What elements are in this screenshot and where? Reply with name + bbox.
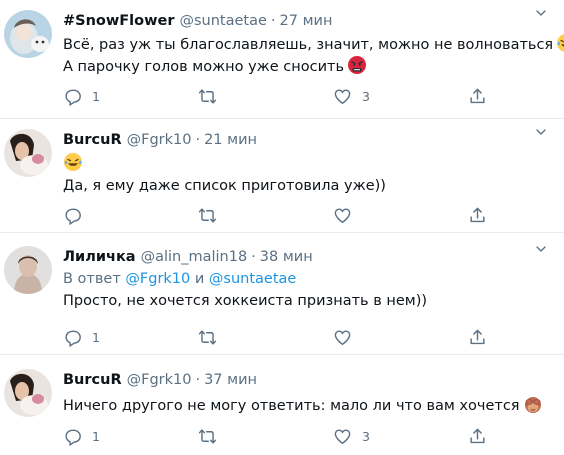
reply-button[interactable]: 1 <box>63 426 100 446</box>
share-button[interactable] <box>468 86 487 106</box>
like-button[interactable] <box>333 205 352 225</box>
separator-dot: · <box>251 249 256 265</box>
tweet-header: BurcuR @Fgrk10 · 21 мин <box>63 130 552 150</box>
like-icon <box>333 328 352 347</box>
reply-count: 1 <box>92 88 100 104</box>
tweet-text: Да, я ему даже список приготовила уже)) <box>63 178 386 194</box>
like-button[interactable]: 3 <box>333 426 370 446</box>
retweet-button[interactable] <box>198 205 217 225</box>
like-count: 3 <box>362 428 370 444</box>
tweet-actions: 1 3 <box>63 426 503 446</box>
more-caret-icon[interactable] <box>530 124 552 140</box>
reply-icon <box>63 87 82 106</box>
separator-dot: · <box>195 132 201 148</box>
replying-to: В ответ @Fgrk10 и @suntaetae <box>63 269 552 289</box>
timestamp[interactable]: 37 мин <box>204 372 257 388</box>
user-handle[interactable]: @suntaetae <box>180 13 267 29</box>
reply-and: и <box>194 271 205 287</box>
timestamp[interactable]: 21 мин <box>204 132 257 148</box>
like-icon <box>333 206 352 225</box>
more-caret-icon[interactable] <box>530 5 552 21</box>
display-name[interactable]: Лиличка <box>63 249 136 265</box>
tweet-text: Всё, раз уж ты благославляешь, значит, м… <box>63 37 554 53</box>
retweet-button[interactable] <box>198 426 217 446</box>
avatar[interactable] <box>4 246 52 294</box>
reply-button[interactable] <box>63 205 82 225</box>
separator-dot: · <box>195 372 201 388</box>
display-name[interactable]: BurcuR <box>63 372 122 388</box>
tweet-text-line: Да, я ему даже список приготовила уже)) <box>63 176 552 196</box>
tweet-text: Ничего другого не могу ответить: мало ли… <box>63 398 520 414</box>
like-count: 3 <box>362 88 370 104</box>
reply-icon <box>63 206 82 225</box>
reply-button[interactable]: 1 <box>63 86 100 106</box>
reply-button[interactable]: 1 <box>63 327 100 347</box>
tweet-text: Просто, не хочется хоккеиста признать в … <box>63 293 428 309</box>
angry-face-emoji <box>347 55 367 75</box>
reply-count: 1 <box>92 428 100 444</box>
separator-dot: · <box>270 13 276 29</box>
timestamp[interactable]: 38 мин <box>260 249 313 265</box>
retweet-icon <box>198 206 217 225</box>
tweet-text-line: Всё, раз уж ты благославляешь, значит, м… <box>63 33 552 55</box>
display-name[interactable]: BurcuR <box>63 132 122 148</box>
share-button[interactable] <box>468 426 487 446</box>
tweet[interactable]: BurcuR @Fgrk10 · 37 мин Ничего другого н… <box>0 355 564 455</box>
tweet[interactable]: #SnowFlower @suntaetae · 27 мин Всё, раз… <box>0 0 564 119</box>
retweet-icon <box>198 427 217 446</box>
timestamp[interactable]: 27 мин <box>280 13 333 29</box>
share-icon <box>468 87 487 106</box>
retweet-button[interactable] <box>198 86 217 106</box>
share-button[interactable] <box>468 205 487 225</box>
reply-prefix: В ответ <box>63 271 121 287</box>
tweet-header: Лиличка @alin_malin18 · 38 мин <box>63 247 552 267</box>
mention-link[interactable]: @suntaetae <box>209 271 296 287</box>
avatar[interactable] <box>4 129 52 177</box>
share-icon <box>468 328 487 347</box>
tweet-actions: 1 3 <box>63 86 503 106</box>
tweet-text: А парочку голов можно уже сносить <box>63 59 344 75</box>
reply-count: 1 <box>92 329 100 345</box>
like-button[interactable] <box>333 327 352 347</box>
tweet[interactable]: Лиличка @alin_malin18 · 38 мин В ответ @… <box>0 233 564 355</box>
user-handle[interactable]: @alin_malin18 <box>141 249 248 265</box>
reply-icon <box>63 427 82 446</box>
tweet-actions: 1 <box>63 327 503 347</box>
like-icon <box>333 87 352 106</box>
avatar[interactable] <box>4 10 52 58</box>
retweet-button[interactable] <box>198 327 217 347</box>
tweet-header: BurcuR @Fgrk10 · 37 мин <box>63 370 552 390</box>
like-button[interactable]: 3 <box>333 86 370 106</box>
tweet[interactable]: BurcuR @Fgrk10 · 21 мин Да, я ему даже с… <box>0 119 564 233</box>
retweet-icon <box>198 87 217 106</box>
tweet-text-line: А парочку голов можно уже сносить <box>63 55 552 77</box>
user-handle[interactable]: @Fgrk10 <box>127 132 192 148</box>
user-handle[interactable]: @Fgrk10 <box>127 372 192 388</box>
rolling-laugh-emoji <box>63 152 83 172</box>
reply-icon <box>63 328 82 347</box>
share-icon <box>468 206 487 225</box>
tweet-text-line <box>63 152 552 174</box>
tweet-actions <box>63 205 503 225</box>
tweet-text-line: Просто, не хочется хоккеиста признать в … <box>63 291 552 311</box>
tweet-text-line: Ничего другого не могу ответить: мало ли… <box>63 394 552 416</box>
mention-link[interactable]: @Fgrk10 <box>125 271 190 287</box>
rolling-laugh-emoji <box>556 33 564 53</box>
share-button[interactable] <box>468 327 487 347</box>
like-icon <box>333 427 352 446</box>
share-icon <box>468 427 487 446</box>
see-no-evil-monkey-emoji <box>523 394 543 414</box>
retweet-icon <box>198 328 217 347</box>
more-caret-icon[interactable] <box>530 241 552 257</box>
tweet-header: #SnowFlower @suntaetae · 27 мин <box>63 11 552 31</box>
avatar[interactable] <box>4 369 52 417</box>
display-name[interactable]: #SnowFlower <box>63 13 175 29</box>
